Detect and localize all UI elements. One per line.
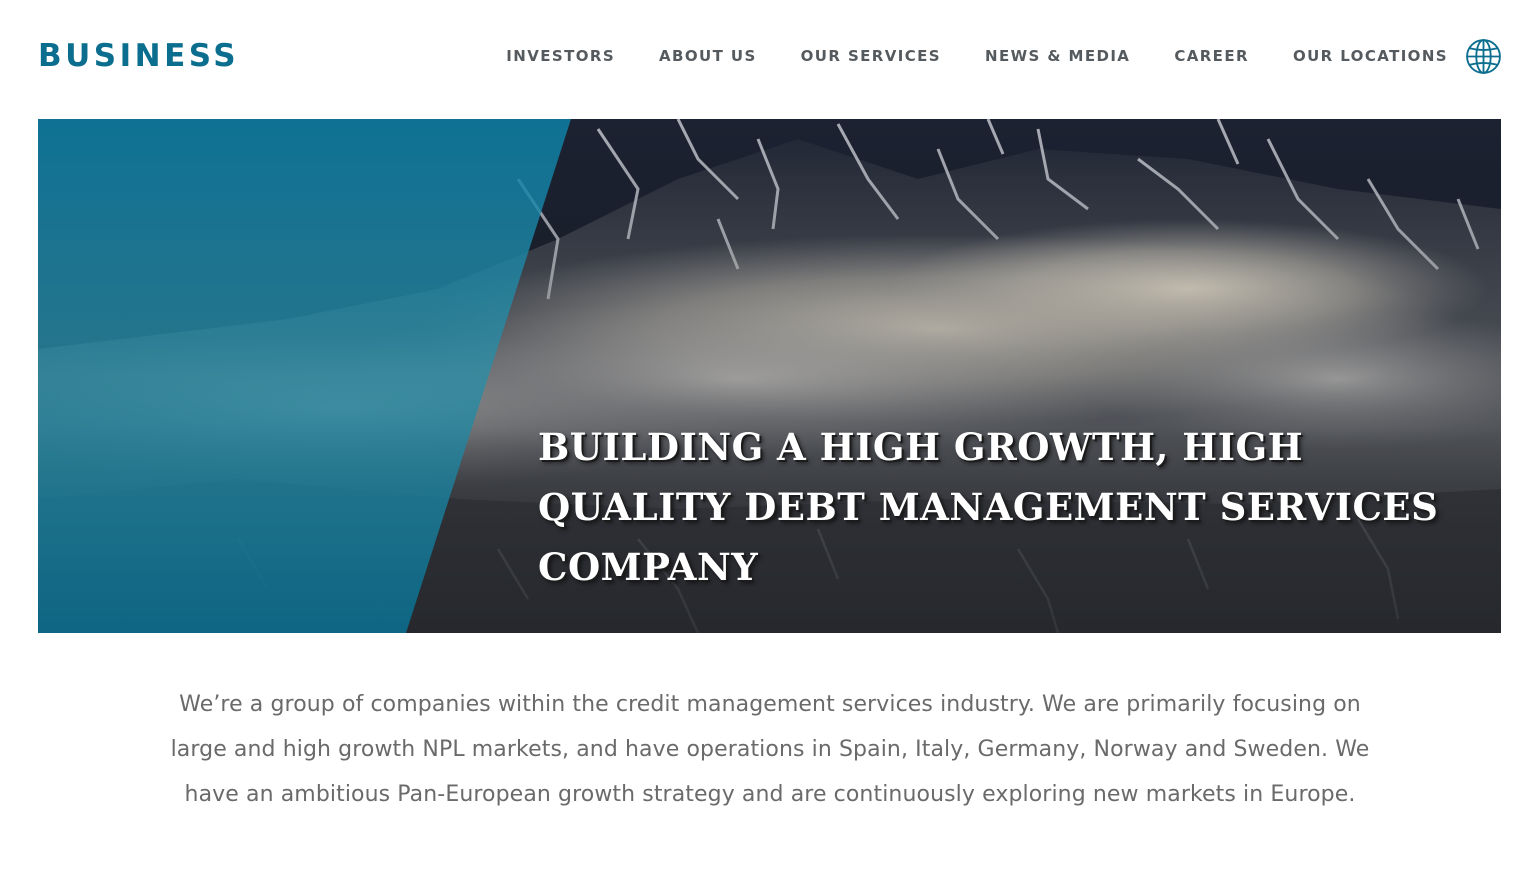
- nav-item-news-media[interactable]: NEWS & MEDIA: [985, 44, 1130, 68]
- nav-item-our-services[interactable]: OUR SERVICES: [801, 44, 941, 68]
- intro-paragraph: We’re a group of companies within the cr…: [170, 692, 1370, 807]
- site-logo[interactable]: BUSINESS: [38, 36, 239, 76]
- globe-icon[interactable]: [1465, 38, 1502, 75]
- nav-item-career[interactable]: CAREER: [1174, 44, 1249, 68]
- hero-banner: BUILDING A HIGH GROWTH, HIGH QUALITY DEB…: [38, 119, 1501, 633]
- nav-item-our-locations[interactable]: OUR LOCATIONS: [1293, 44, 1448, 68]
- main-nav: INVESTORS ABOUT US OUR SERVICES NEWS & M…: [506, 44, 1448, 68]
- nav-item-investors[interactable]: INVESTORS: [506, 44, 615, 68]
- hero-title: BUILDING A HIGH GROWTH, HIGH QUALITY DEB…: [538, 425, 1439, 589]
- site-header: BUSINESS INVESTORS ABOUT US OUR SERVICES…: [0, 0, 1536, 112]
- nav-item-about-us[interactable]: ABOUT US: [659, 44, 757, 68]
